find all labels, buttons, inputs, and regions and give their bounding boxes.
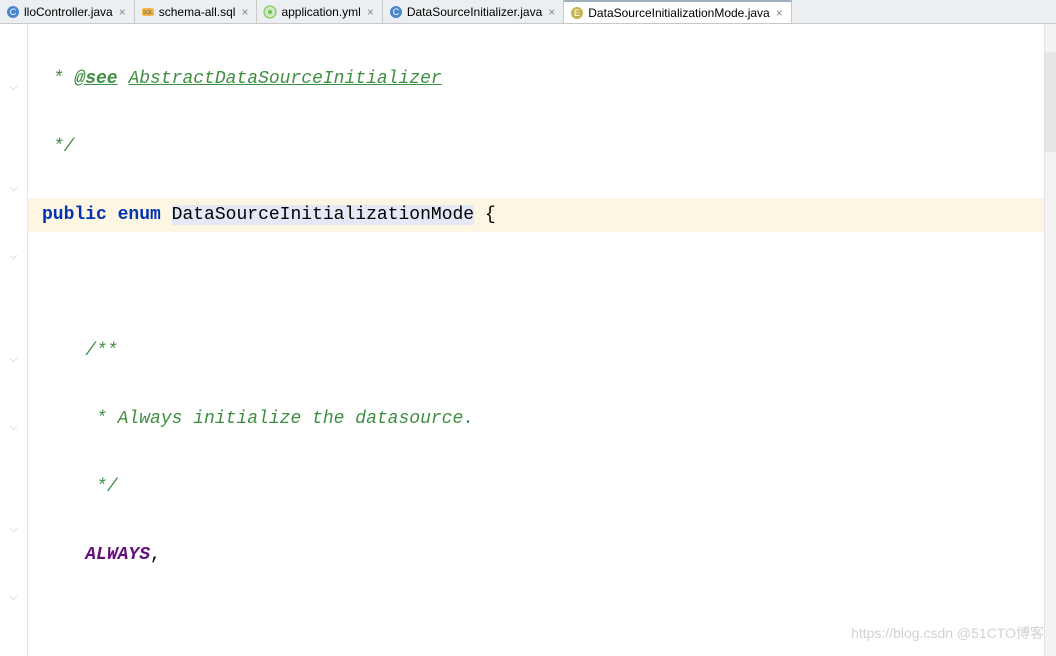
enum-declaration-line: public enum DataSourceInitializationMode…	[28, 198, 1056, 232]
tab-datasource-initialization-mode[interactable]: E DataSourceInitializationMode.java ×	[564, 0, 791, 23]
tab-application-yml[interactable]: application.yml ×	[257, 0, 382, 23]
yaml-icon	[263, 5, 277, 19]
error-stripe	[1044, 24, 1056, 656]
svg-text:C: C	[393, 7, 400, 17]
fold-marker-icon[interactable]: ⌵	[8, 523, 20, 535]
fold-marker-icon[interactable]: ⌵	[8, 591, 20, 603]
tab-label: DataSourceInitializer.java	[407, 5, 542, 19]
close-icon[interactable]: ×	[365, 5, 376, 19]
svg-text:SQL: SQL	[143, 10, 153, 16]
close-icon[interactable]: ×	[774, 6, 785, 20]
java-class-icon: C	[389, 5, 403, 19]
java-enum-icon: E	[570, 6, 584, 20]
tab-controller[interactable]: C lloController.java ×	[0, 0, 135, 23]
editor-tabs: C lloController.java × SQL schema-all.sq…	[0, 0, 1056, 24]
fold-marker-icon[interactable]: ⌵	[8, 81, 20, 93]
close-icon[interactable]: ×	[546, 5, 557, 19]
svg-text:E: E	[574, 8, 580, 18]
tab-schema-sql[interactable]: SQL schema-all.sql ×	[135, 0, 258, 23]
tab-datasource-initializer[interactable]: C DataSourceInitializer.java ×	[383, 0, 564, 23]
sql-icon: SQL	[141, 5, 155, 19]
watermark: https://blog.csdn @51CTO博客	[851, 616, 1044, 650]
java-class-icon: C	[6, 5, 20, 19]
tab-label: application.yml	[281, 5, 360, 19]
close-icon[interactable]: ×	[239, 5, 250, 19]
tab-label: lloController.java	[24, 5, 113, 19]
tab-label: schema-all.sql	[159, 5, 236, 19]
scrollbar-thumb[interactable]	[1044, 52, 1056, 152]
fold-marker-icon[interactable]: ⌵	[8, 182, 20, 194]
editor: ⌵ ⌵ ⌵ ⌵ ⌵ ⌵ ⌵ * @see AbstractDataSourceI…	[0, 24, 1056, 656]
tab-label: DataSourceInitializationMode.java	[588, 6, 769, 20]
code-area[interactable]: * @see AbstractDataSourceInitializer */ …	[28, 24, 1056, 656]
close-icon[interactable]: ×	[117, 5, 128, 19]
fold-marker-icon[interactable]: ⌵	[8, 353, 20, 365]
svg-text:C: C	[10, 7, 17, 17]
fold-marker-icon[interactable]: ⌵	[8, 250, 20, 262]
gutter: ⌵ ⌵ ⌵ ⌵ ⌵ ⌵ ⌵	[0, 24, 28, 656]
fold-marker-icon[interactable]: ⌵	[8, 421, 20, 433]
